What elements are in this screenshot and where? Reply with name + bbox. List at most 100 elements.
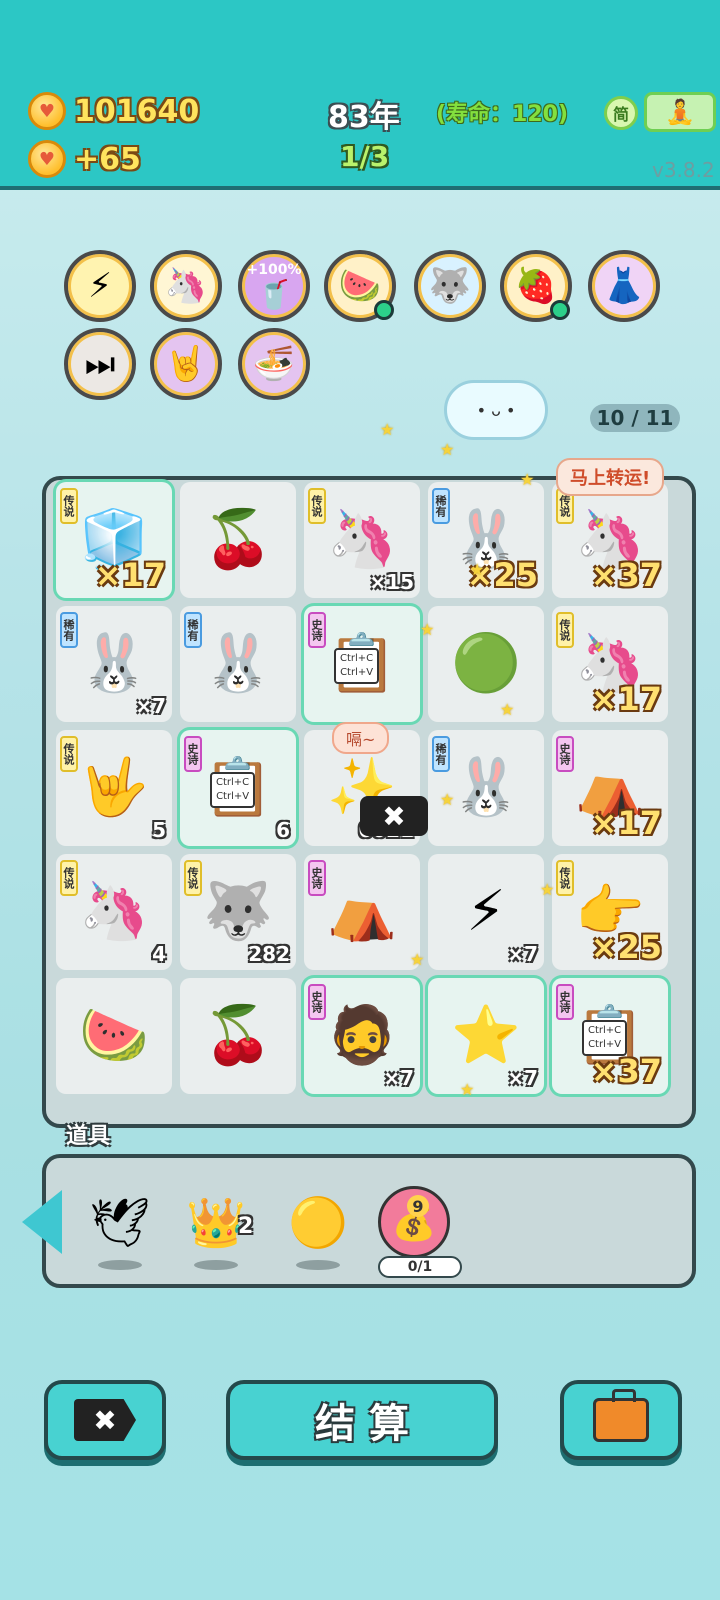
board-tile[interactable]: 🐰 稀有 ×25 <box>428 482 544 598</box>
rarity-tag: 传说 <box>60 736 78 772</box>
copy-paste-card: Ctrl+C Ctrl+V <box>334 648 380 684</box>
board-tile[interactable]: 🍒 <box>180 482 296 598</box>
tile-multiplier: ×17 <box>590 680 662 718</box>
rarity-tag: 史诗 <box>556 736 574 772</box>
hiccup-speech-bubble: 嗝~ <box>332 722 390 754</box>
board-tile[interactable]: 🟢 <box>428 606 544 722</box>
rarity-tag: 稀有 <box>432 488 450 524</box>
board-tile[interactable]: 🍉 <box>56 978 172 1094</box>
ctrl-c-label: Ctrl+C <box>340 653 374 664</box>
bowls-buff-icon[interactable]: 🍜 <box>238 328 310 400</box>
coin-total-value: 101640 <box>74 93 200 129</box>
board-tile[interactable]: ⛺ 史诗 ×17 <box>552 730 668 846</box>
lucky-speech-bubble: 马上转运! <box>556 458 665 496</box>
star-sparkle-icon: ★ <box>410 950 425 969</box>
board-tile[interactable]: ⭐ ×7 <box>428 978 544 1094</box>
board-tile[interactable]: 🐺 传说 282 <box>180 854 296 970</box>
skirt-buff-icon[interactable]: 👗 <box>588 250 660 322</box>
simplified-chinese-toggle[interactable]: 简 <box>604 96 638 130</box>
board-tile[interactable]: 👉 传说 ×25 <box>552 854 668 970</box>
rarity-tag: 传说 <box>308 488 326 524</box>
heart-coin-icon: ♥ <box>28 92 66 130</box>
board-tile[interactable]: 🧔 史诗 ×7 <box>304 978 420 1094</box>
heart-coin-icon: ♥ <box>28 140 66 178</box>
board-tile[interactable]: 🐰 稀有 ×7 <box>56 606 172 722</box>
star-sparkle-icon: ★ <box>420 620 435 639</box>
coin-bag-item[interactable]: 💰 9 <box>378 1186 450 1258</box>
board-tile[interactable]: ⛺ 史诗 <box>304 854 420 970</box>
tile-multiplier: 282 <box>248 942 290 966</box>
settle-button[interactable]: 结 算 <box>226 1380 498 1460</box>
briefcase-icon <box>593 1389 649 1442</box>
fruit-bowl-buff-icon[interactable]: 🍉 <box>324 250 396 322</box>
inventory-button[interactable] <box>560 1380 682 1460</box>
board-tile[interactable]: 🦄 传说 ×17 <box>552 606 668 722</box>
version-label: v3.8.2 <box>652 158 715 182</box>
tile-art-icon: 🤟 <box>79 755 149 820</box>
board-tile[interactable]: 🍒 <box>180 978 296 1094</box>
rarity-tag: 史诗 <box>308 984 326 1020</box>
fruit-bowl-buff-icon-2[interactable]: 🍓 <box>500 250 572 322</box>
dove-icon: 🕊 <box>89 1194 151 1251</box>
unicorn-buff-icon[interactable]: 🦄 <box>150 250 222 322</box>
tile-art-icon: ⛺ <box>327 879 397 944</box>
rarity-tag: 传说 <box>184 860 202 896</box>
tile-multiplier: ×7 <box>507 942 538 966</box>
board-tile[interactable]: 🦄 传说 ×37 <box>552 482 668 598</box>
rarity-tag: 稀有 <box>432 736 450 772</box>
star-sparkle-icon: ★ <box>500 700 515 719</box>
meditate-button[interactable]: 🧘 <box>644 92 716 132</box>
board-tile[interactable]: ⚡ ×7 <box>428 854 544 970</box>
tile-art-icon: 🍒 <box>203 1003 273 1068</box>
tile-multiplier: ×7 <box>383 1066 414 1090</box>
cup-bonus-buff-icon[interactable]: +100% 🥤 <box>238 250 310 322</box>
remove-tag-icon[interactable]: ✖ <box>360 796 428 836</box>
tile-multiplier: ×37 <box>590 1052 662 1090</box>
rarity-tag: 传说 <box>556 612 574 648</box>
meditate-icon: 🧘 <box>665 98 695 126</box>
exit-button[interactable]: ✖ <box>44 1380 166 1460</box>
tile-multiplier: 6 <box>276 818 290 842</box>
tile-multiplier: ×7 <box>135 694 166 718</box>
lightning-buff-icon[interactable]: ⚡ <box>64 250 136 322</box>
rock-hand-buff-icon[interactable]: 🤘 <box>150 328 222 400</box>
rarity-tag: 传说 <box>556 860 574 896</box>
board-tile[interactable]: 📋史诗6Ctrl+CCtrl+V <box>180 730 296 846</box>
star-sparkle-icon: ★ <box>470 560 485 579</box>
board-tile[interactable]: 🐰 稀有 <box>180 606 296 722</box>
dove-item[interactable]: 🕊 <box>84 1186 156 1270</box>
board-tile[interactable]: 📋史诗×37Ctrl+CCtrl+V <box>552 978 668 1094</box>
items-section-label: 道具 <box>66 1124 111 1149</box>
golden-ball-item[interactable]: 🟡 <box>282 1186 354 1270</box>
tile-art-icon: 🐺 <box>203 879 273 944</box>
board-tile[interactable]: 📋史诗Ctrl+CCtrl+V <box>304 606 420 722</box>
ctrl-v-label: Ctrl+V <box>340 667 374 678</box>
board-tile[interactable]: 🐰 稀有 <box>428 730 544 846</box>
round-counter: 1/3 <box>340 140 390 173</box>
rarity-tag: 史诗 <box>308 860 326 896</box>
board-tile[interactable]: 🦄 传说 4 <box>56 854 172 970</box>
tile-art-icon: ⚡ <box>466 879 506 944</box>
rarity-tag: 史诗 <box>556 984 574 1020</box>
skip-buff-icon[interactable]: ⏭ <box>64 328 136 400</box>
husky-buff-icon[interactable]: 🐺 <box>414 250 486 322</box>
star-sparkle-icon: ★ <box>380 420 395 439</box>
active-check-icon <box>550 300 570 320</box>
copy-paste-card: Ctrl+C Ctrl+V <box>210 772 256 808</box>
ctrl-v-label: Ctrl+V <box>588 1039 622 1050</box>
coin-gain-value: +65 <box>74 141 141 177</box>
tile-multiplier: ×25 <box>590 928 662 966</box>
tile-art-icon: 🍒 <box>203 507 273 572</box>
star-sparkle-icon: ★ <box>440 790 455 809</box>
remove-tag-icon: ✖ <box>74 1399 136 1441</box>
ctrl-v-label: Ctrl+V <box>216 791 250 802</box>
tile-art-icon: 🍉 <box>79 1003 149 1068</box>
rarity-tag: 史诗 <box>308 612 326 648</box>
buff-counter: 10 / 11 <box>590 404 680 432</box>
current-year: 83年 <box>328 100 400 135</box>
board-tile[interactable]: 🤟 传说 5 <box>56 730 172 846</box>
active-check-icon <box>374 300 394 320</box>
board-tile[interactable]: 🦄 传说 ×15 <box>304 482 420 598</box>
tile-multiplier: ×7 <box>507 1066 538 1090</box>
board-tile[interactable]: 🧊 传说 ×17 <box>56 482 172 598</box>
